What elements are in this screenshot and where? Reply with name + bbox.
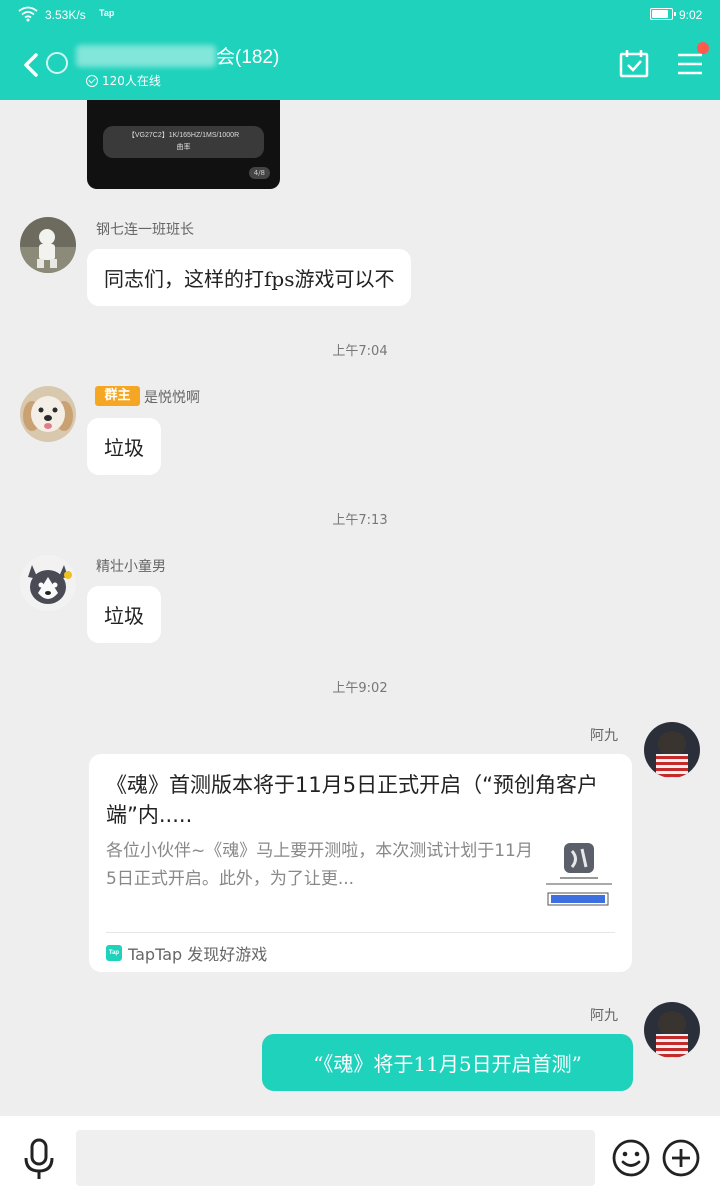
link-card-source: Tap TapTap 发现好游戏 <box>106 941 267 965</box>
my-avatar[interactable] <box>644 1002 700 1058</box>
image-caption-line2: 曲率 <box>176 144 191 151</box>
card-divider <box>106 932 615 933</box>
taptap-notification-icon: Tap <box>99 8 115 18</box>
group-avatar[interactable] <box>46 52 68 74</box>
group-title[interactable]: 会(182) <box>216 42 279 69</box>
battery-icon <box>650 8 676 20</box>
back-arrow-icon[interactable] <box>20 50 44 80</box>
avatar[interactable] <box>20 555 76 611</box>
my-avatar[interactable] <box>644 722 700 778</box>
check-circle-icon <box>86 74 98 87</box>
status-time: 9:02 <box>679 8 703 22</box>
taptap-icon: Tap <box>106 945 122 961</box>
menu-icon[interactable] <box>676 50 704 78</box>
plus-icon[interactable] <box>661 1138 701 1178</box>
image-caption: 【VG27C2】1K/165HZ/1MS/1000R 曲率 <box>103 126 264 158</box>
input-bar <box>0 1116 720 1200</box>
message-input[interactable] <box>76 1130 595 1186</box>
emoji-icon[interactable] <box>611 1138 651 1178</box>
sender-name: 精壮小童男 <box>96 559 166 575</box>
avatar[interactable] <box>20 217 76 273</box>
timestamp: 上午7:04 <box>332 344 388 359</box>
notification-dot <box>697 42 709 54</box>
message-bubble[interactable]: 同志们，这样的打fps游戏可以不 <box>87 249 412 306</box>
blurred-group-name <box>76 45 216 67</box>
image-page-indicator: 4/8 <box>248 167 270 179</box>
microphone-icon[interactable] <box>22 1138 56 1180</box>
avatar[interactable] <box>20 386 76 442</box>
online-text: 120人在线 <box>102 74 161 88</box>
link-card-thumbnail <box>542 837 614 913</box>
online-count: 120人在线 <box>86 72 161 89</box>
wifi-icon <box>18 6 38 22</box>
my-message-bubble[interactable]: “《魂》将于11月5日开启首测” <box>262 1034 633 1091</box>
source-label: TapTap 发现好游戏 <box>128 945 268 964</box>
image-message[interactable]: 【VG27C2】1K/165HZ/1MS/1000R 曲率 4/8 <box>87 100 280 189</box>
link-card[interactable]: 《魂》首测版本将于11月5日正式开启（“预创角客户端”内..... 各位小伙伴~… <box>89 754 632 972</box>
link-card-title: 《魂》首测版本将于11月5日正式开启（“预创角客户端”内..... <box>106 773 598 827</box>
sender-name: 阿九 <box>590 1008 618 1024</box>
sender-name: 阿九 <box>590 728 618 744</box>
chat-messages[interactable]: 【VG27C2】1K/165HZ/1MS/1000R 曲率 4/8 钢七连一班班… <box>0 100 720 1116</box>
network-speed: 3.53K/s <box>45 8 86 22</box>
message-bubble[interactable]: 垃圾 <box>87 586 161 643</box>
link-card-description: 各位小伙伴~《魂》马上要开测啦，本次测试计划于11月5日正式开启。此外，为了让更… <box>106 841 533 889</box>
timestamp: 上午7:13 <box>332 513 388 528</box>
group-owner-badge: 群主 <box>95 386 140 406</box>
status-bar: 3.53K/s Tap 9:02 <box>0 0 720 30</box>
image-caption-line1: 【VG27C2】1K/165HZ/1MS/1000R <box>127 132 240 139</box>
sender-name: 钢七连一班班长 <box>96 222 194 238</box>
timestamp: 上午9:02 <box>332 681 388 696</box>
message-bubble[interactable]: 垃圾 <box>87 418 161 475</box>
calendar-check-icon[interactable] <box>618 48 650 80</box>
chat-header: 会(182) 120人在线 <box>0 30 720 100</box>
sender-name: 是悦悦啊 <box>144 390 200 406</box>
battery-fill <box>652 10 668 18</box>
